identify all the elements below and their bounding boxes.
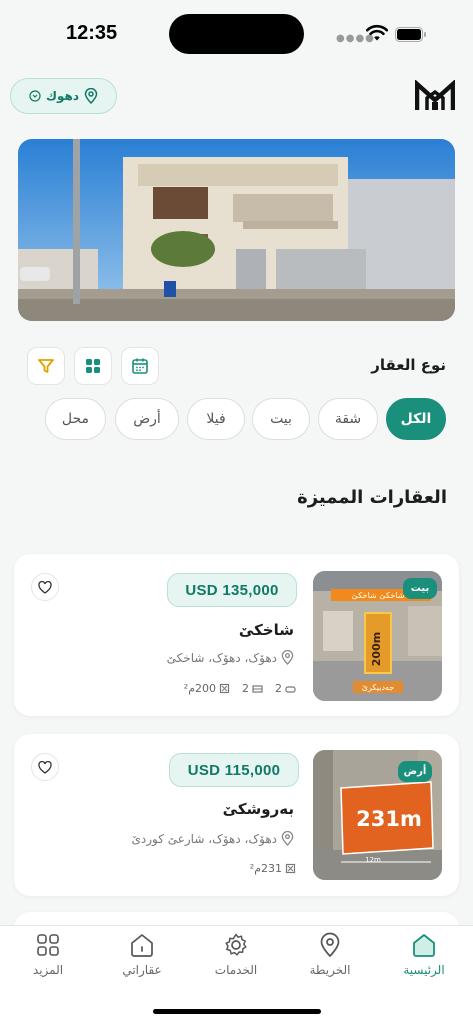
filter-button[interactable] xyxy=(27,347,65,385)
chip-shop[interactable]: محل xyxy=(45,398,106,440)
bath-icon xyxy=(285,686,296,693)
battery-icon xyxy=(395,27,426,42)
heart-icon xyxy=(38,580,52,594)
heart-icon xyxy=(38,760,52,774)
price-tag: USD 115,000 xyxy=(169,753,299,787)
map-pin-icon xyxy=(84,88,98,104)
chip-villa[interactable]: فيلا xyxy=(187,398,245,440)
thumb-bottom-text: جەدبیکرێ xyxy=(362,683,395,692)
bathrooms-count: 2 xyxy=(275,682,282,695)
thumb-side-text: 200m xyxy=(370,632,383,666)
type-badge: بيت xyxy=(403,578,437,599)
status-time: 12:35 xyxy=(66,22,118,44)
thumb-top-text: شاخکێ شاخکێ xyxy=(352,591,405,600)
property-card[interactable]: شاخکێ شاخکێ 200m جەدبیکرێ بيت USD 135,00… xyxy=(14,554,459,716)
area-icon xyxy=(219,683,230,694)
featured-banner-image[interactable] xyxy=(18,139,455,321)
property-card[interactable]: 231m 12m أرض USD 115,000 بەروشکێ دهۆک، د… xyxy=(14,734,459,896)
favorite-button[interactable] xyxy=(31,753,59,781)
nav-more-label: المزيد xyxy=(32,963,64,977)
nav-services[interactable]: الخدمات xyxy=(196,932,276,977)
nav-services-label: الخدمات xyxy=(214,963,258,977)
thumb-dim-text: 12m xyxy=(365,856,381,864)
chip-all[interactable]: الكل xyxy=(386,398,446,440)
featured-section-title: العقارات المميزة xyxy=(297,487,447,508)
grid-icon xyxy=(86,359,100,373)
chip-land[interactable]: أرض xyxy=(115,398,179,440)
type-badge: أرض xyxy=(398,761,432,782)
property-features: 2 2 200م² xyxy=(184,682,296,695)
address-text: دهۆک، دهۆک، شارعێ کوردێ xyxy=(131,831,277,846)
filter-icon xyxy=(38,359,54,373)
property-title: بەروشکێ xyxy=(222,800,294,818)
map-pin-icon xyxy=(281,650,294,665)
chevron-down-icon xyxy=(29,90,41,102)
property-address: دهۆک، دهۆک، شارعێ کوردێ xyxy=(131,831,294,846)
home-indicator xyxy=(153,1009,321,1014)
gear-icon xyxy=(225,933,247,956)
thumb-main-text: 231m xyxy=(356,807,422,831)
chip-apartment[interactable]: شقة xyxy=(318,398,378,440)
bedrooms-count: 2 xyxy=(242,682,249,695)
location-selector[interactable]: دهوك xyxy=(10,78,117,114)
nav-map-label: الخريطة xyxy=(309,963,351,977)
area-value: 200م² xyxy=(183,682,216,695)
nav-more[interactable]: المزيد xyxy=(8,932,88,977)
price-tag: USD 135,000 xyxy=(167,573,297,607)
grid-icon xyxy=(37,934,59,956)
map-pin-icon xyxy=(320,932,340,958)
favorite-button[interactable] xyxy=(31,573,59,601)
area-icon xyxy=(285,863,296,874)
nav-home-label: الرئيسية xyxy=(403,963,445,977)
location-label: دهوك xyxy=(46,89,79,103)
area-value: 231م² xyxy=(249,862,282,875)
property-type-label: نوع العقار xyxy=(371,356,446,374)
nav-my-properties[interactable]: عقاراتي xyxy=(102,932,182,977)
house-icon xyxy=(131,934,153,957)
property-title: شاخكێ xyxy=(238,621,294,639)
property-features: 231م² xyxy=(250,862,296,875)
nav-map[interactable]: الخريطة xyxy=(290,932,370,977)
home-icon xyxy=(413,934,435,957)
nav-home[interactable]: الرئيسية xyxy=(384,932,464,977)
bed-icon xyxy=(252,685,263,693)
nav-my-properties-label: عقاراتي xyxy=(122,963,162,977)
calendar-button[interactable] xyxy=(121,347,159,385)
wifi-icon xyxy=(366,24,388,41)
property-address: دهۆک، دهۆک، شاخکێ xyxy=(167,650,294,665)
map-pin-icon xyxy=(281,831,294,846)
chip-house[interactable]: بيت xyxy=(252,398,310,440)
calendar-icon xyxy=(132,358,148,374)
brand-logo xyxy=(415,80,455,110)
address-text: دهۆک، دهۆک، شاخکێ xyxy=(166,650,277,665)
grid-view-button[interactable] xyxy=(74,347,112,385)
dynamic-island xyxy=(169,14,304,54)
